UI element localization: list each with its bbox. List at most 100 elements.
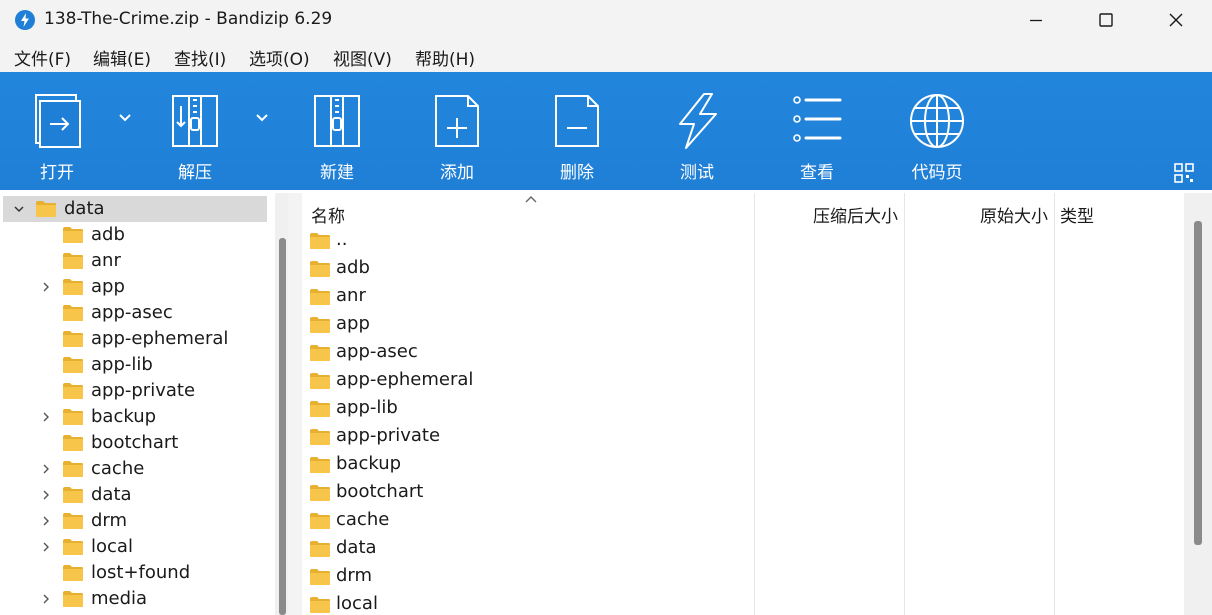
column-name-header[interactable]: 名称 xyxy=(302,193,754,227)
pane-splitter[interactable] xyxy=(288,193,302,615)
tree-scrollbar[interactable] xyxy=(275,193,288,615)
list-item[interactable]: app-asec xyxy=(302,338,1182,366)
folder-icon xyxy=(63,435,83,451)
tree-root-item[interactable]: data xyxy=(3,196,267,222)
tree-item[interactable]: cache xyxy=(3,456,267,482)
folder-icon xyxy=(63,487,83,503)
bandizip-icon xyxy=(15,10,35,30)
tree-item-label: local xyxy=(91,536,133,557)
tree-item-label: app-lib xyxy=(91,354,153,375)
folder-icon xyxy=(63,253,83,269)
tree-item-label: app xyxy=(91,276,125,297)
extract-dropdown-icon[interactable] xyxy=(255,112,269,122)
tree-item[interactable]: app xyxy=(3,274,267,300)
minimize-button[interactable] xyxy=(1000,0,1072,40)
menu-edit[interactable]: 编辑(E) xyxy=(93,45,151,70)
chevron-right-icon[interactable] xyxy=(40,489,52,501)
view-label: 查看 xyxy=(800,163,834,183)
title-bar: 138-The-Crime.zip - Bandizip 6.29 xyxy=(0,0,1212,40)
tree-item[interactable]: app-ephemeral xyxy=(3,326,267,352)
tree-item[interactable]: app-private xyxy=(3,378,267,404)
column-compressed-size-label: 压缩后大小 xyxy=(813,207,898,227)
menu-view[interactable]: 视图(V) xyxy=(333,45,392,70)
tree-item[interactable]: media xyxy=(3,586,267,612)
tree-item[interactable]: backup xyxy=(3,404,267,430)
tree-item-label: app-ephemeral xyxy=(91,328,229,349)
file-list[interactable]: 名称 压缩后大小 原始大小 类型 .. adb anr app app-asec app-… xyxy=(302,193,1212,615)
tree-item[interactable]: app-asec xyxy=(3,300,267,326)
chevron-down-icon[interactable] xyxy=(13,203,25,215)
list-item[interactable]: cache xyxy=(302,506,1182,534)
list-item[interactable]: drm xyxy=(302,562,1182,590)
tree-item-label: cache xyxy=(91,458,145,479)
menu-file[interactable]: 文件(F) xyxy=(14,45,71,70)
tree-item[interactable]: bootchart xyxy=(3,430,267,456)
column-original-size-header[interactable]: 原始大小 xyxy=(905,193,1054,227)
tree-item[interactable]: anr xyxy=(3,248,267,274)
tree-item-label: media xyxy=(91,588,148,609)
chevron-right-icon[interactable] xyxy=(40,281,52,293)
folder-icon xyxy=(310,513,330,529)
list-item[interactable]: backup xyxy=(302,450,1182,478)
open-button[interactable]: 打开 xyxy=(2,72,112,190)
close-button[interactable] xyxy=(1140,0,1212,40)
list-item[interactable]: app-private xyxy=(302,422,1182,450)
delete-file-icon xyxy=(555,95,599,147)
list-scrollbar[interactable] xyxy=(1184,193,1212,615)
folder-icon xyxy=(63,357,83,373)
folder-icon xyxy=(63,331,83,347)
extract-label: 解压 xyxy=(178,163,212,183)
list-item[interactable]: anr xyxy=(302,282,1182,310)
menu-find[interactable]: 查找(I) xyxy=(174,45,226,70)
tree-item-label: backup xyxy=(91,406,157,427)
chevron-right-icon[interactable] xyxy=(40,411,52,423)
list-item[interactable]: data xyxy=(302,534,1182,562)
chevron-right-icon[interactable] xyxy=(40,541,52,553)
folder-tree[interactable]: data adb anr app app-asec app-ephemeral app-li… xyxy=(3,193,288,615)
menu-help[interactable]: 帮助(H) xyxy=(415,45,475,70)
codepage-button[interactable]: 代码页 xyxy=(882,72,992,190)
test-button[interactable]: 测试 xyxy=(642,72,752,190)
list-item-name: cache xyxy=(336,509,390,530)
tree-item[interactable]: adb xyxy=(3,222,267,248)
chevron-right-icon[interactable] xyxy=(40,593,52,605)
folder-icon xyxy=(310,429,330,445)
column-compressed-size-header[interactable]: 压缩后大小 xyxy=(755,193,904,227)
list-item[interactable]: .. xyxy=(302,226,1182,254)
list-item[interactable]: local xyxy=(302,590,1182,615)
tree-item[interactable]: lost+found xyxy=(3,560,267,586)
list-item[interactable]: adb xyxy=(302,254,1182,282)
list-item-name: bootchart xyxy=(336,481,424,502)
delete-button[interactable]: 删除 xyxy=(522,72,632,190)
list-item[interactable]: bootchart xyxy=(302,478,1182,506)
test-icon xyxy=(679,93,717,149)
tree-item[interactable]: drm xyxy=(3,508,267,534)
column-name-label: 名称 xyxy=(311,207,345,227)
list-scrollbar-thumb[interactable] xyxy=(1194,221,1202,545)
extract-button[interactable]: 解压 xyxy=(140,72,250,190)
tree-item[interactable]: app-lib xyxy=(3,352,267,378)
view-button[interactable]: 查看 xyxy=(762,72,872,190)
open-dropdown-icon[interactable] xyxy=(118,112,132,122)
chevron-right-icon[interactable] xyxy=(40,463,52,475)
tree-item-label: app-private xyxy=(91,380,196,401)
list-item[interactable]: app-ephemeral xyxy=(302,366,1182,394)
column-type-label: 类型 xyxy=(1060,207,1094,227)
folder-icon xyxy=(310,233,330,249)
new-button[interactable]: 新建 xyxy=(282,72,392,190)
tree-scrollbar-thumb[interactable] xyxy=(279,238,286,615)
list-item-name: app-lib xyxy=(336,397,398,418)
list-item[interactable]: app-lib xyxy=(302,394,1182,422)
add-button[interactable]: 添加 xyxy=(402,72,512,190)
tree-item[interactable]: local xyxy=(3,534,267,560)
layout-grid-icon[interactable] xyxy=(1173,162,1195,184)
menu-options[interactable]: 选项(O) xyxy=(249,45,310,70)
chevron-right-icon[interactable] xyxy=(40,515,52,527)
column-type-header[interactable]: 类型 xyxy=(1055,193,1183,227)
maximize-button[interactable] xyxy=(1070,0,1142,40)
window-title: 138-The-Crime.zip - Bandizip 6.29 xyxy=(44,9,333,29)
tree-item[interactable]: data xyxy=(3,482,267,508)
list-item-name: app-private xyxy=(336,425,441,446)
add-file-icon xyxy=(435,95,479,147)
list-item[interactable]: app xyxy=(302,310,1182,338)
